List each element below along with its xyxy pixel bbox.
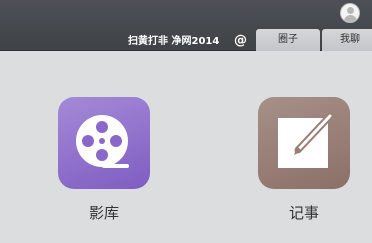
notepad-pen-icon <box>278 112 334 168</box>
avatar-body <box>344 15 357 22</box>
avatar-head <box>347 7 354 14</box>
film-reel-icon <box>76 115 129 168</box>
avatar[interactable] <box>340 3 360 23</box>
tab-mine[interactable]: 我聊 <box>322 29 372 51</box>
movies-app-button[interactable] <box>58 97 150 189</box>
slogan-text: 扫黄打非 净网2014 <box>128 36 220 47</box>
movies-app-label: 影库 <box>88 204 119 222</box>
top-bar: 扫黄打非 净网2014 @ 圈子 我聊 <box>0 0 372 51</box>
notes-app-label: 记事 <box>288 204 319 222</box>
notes-app-button[interactable] <box>258 97 350 189</box>
tab-circle[interactable]: 圈子 <box>256 29 320 51</box>
at-icon[interactable]: @ <box>234 33 247 48</box>
